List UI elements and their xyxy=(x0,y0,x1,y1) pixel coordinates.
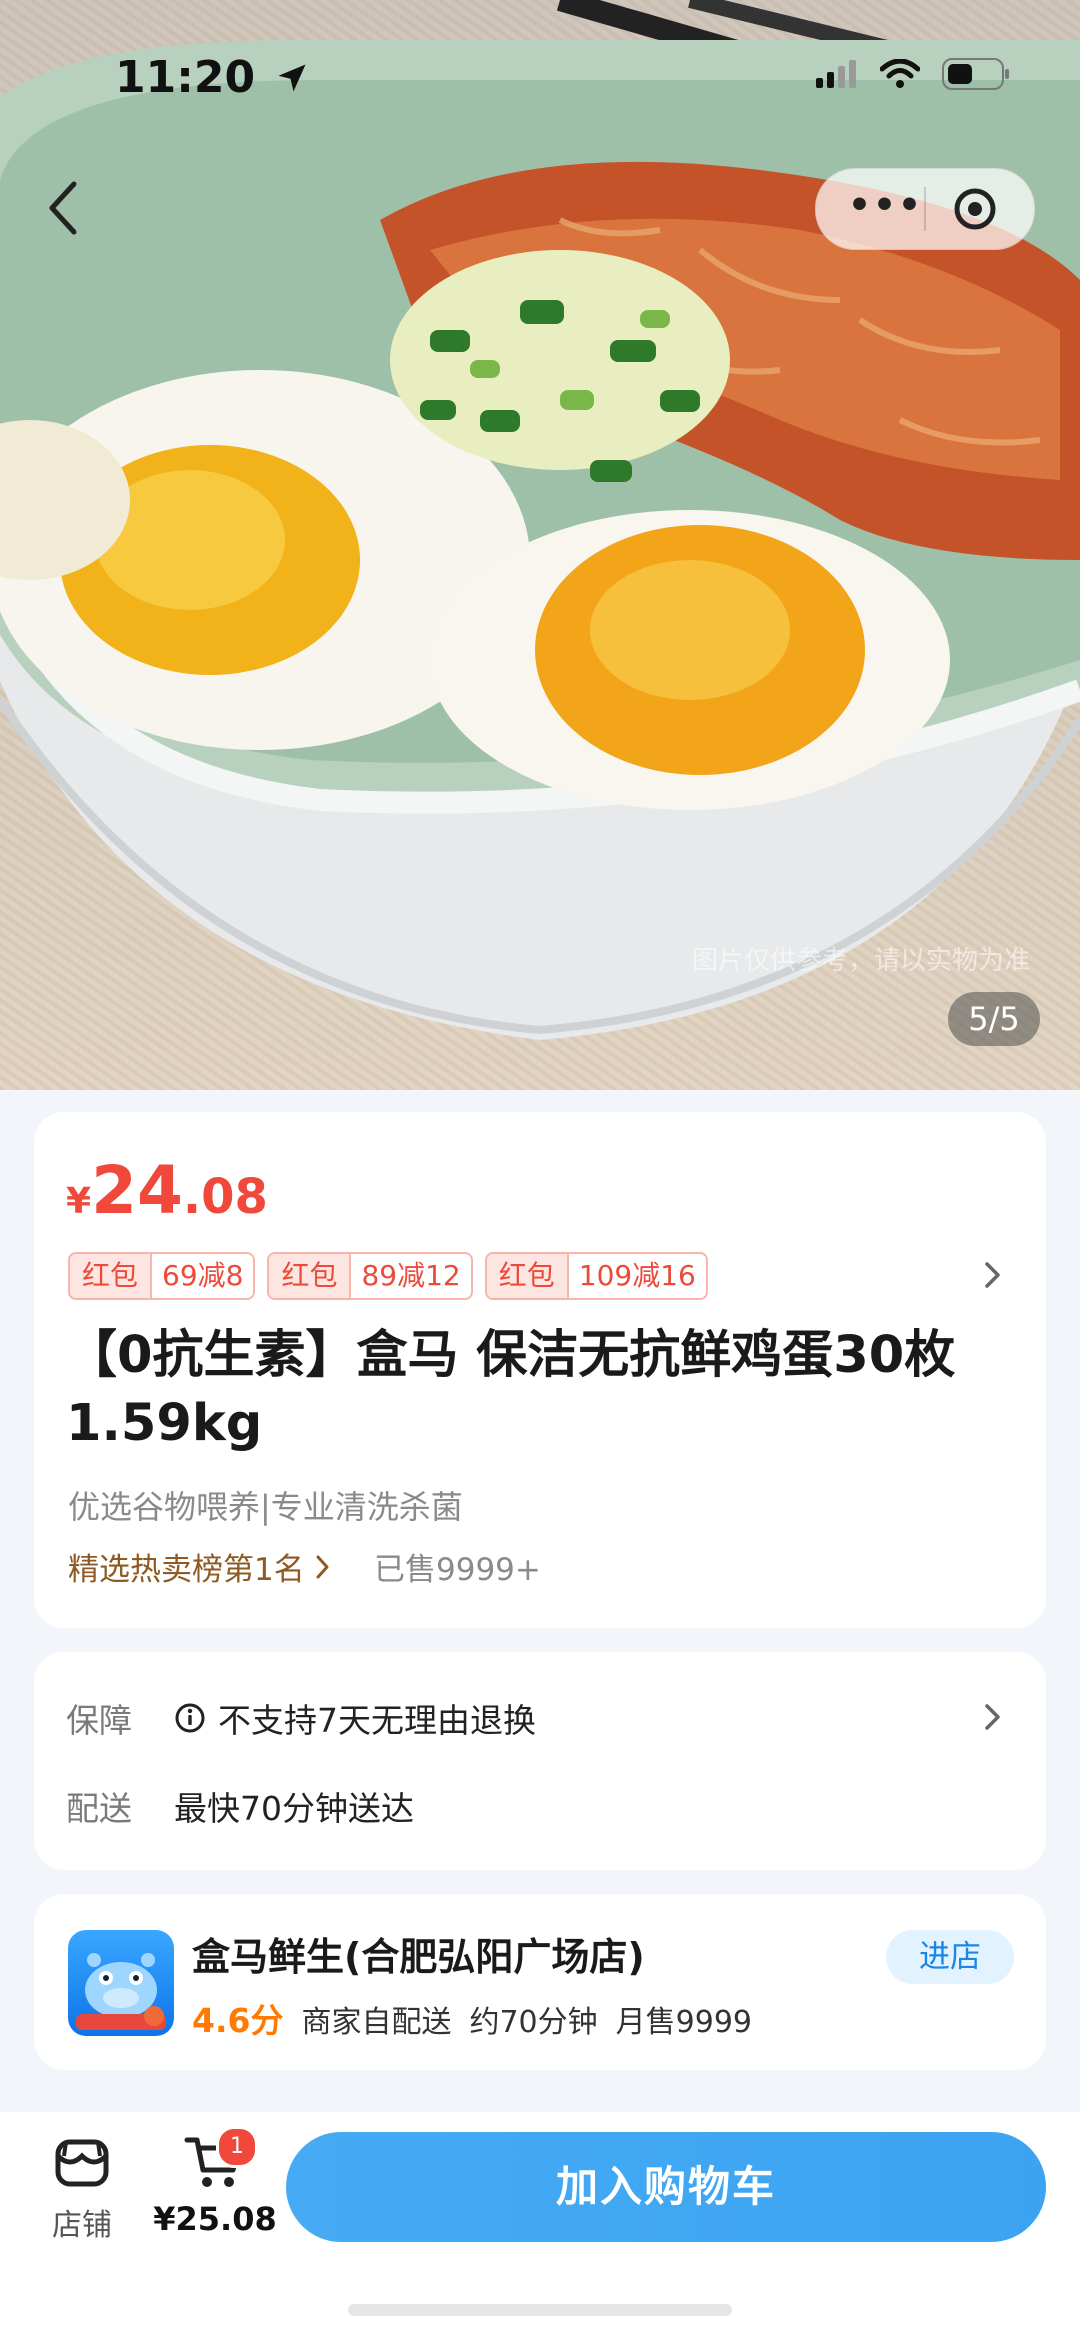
guarantee-row[interactable]: 不支持7天无理由退换 xyxy=(174,1694,536,1742)
store-logo xyxy=(68,1930,174,2036)
product-photo xyxy=(0,0,1080,1040)
info-icon xyxy=(175,1703,205,1733)
price-integer: 24 xyxy=(91,1152,183,1229)
close-mini-program-icon[interactable] xyxy=(951,185,999,233)
coupon-list[interactable]: 红包 69减8 红包 89减12 红包 109减16 xyxy=(68,1252,708,1300)
status-time-text: 11:20 xyxy=(115,52,256,103)
battery-icon xyxy=(942,58,1009,90)
coupon-amount: 69减8 xyxy=(162,1259,244,1292)
product-info-card: ¥24.08 红包 69减8 红包 89减12 红包 109减16 【0抗生素】… xyxy=(34,1112,1046,1628)
shop-tab-label: 店铺 xyxy=(52,2208,112,2243)
coupon-type: 红包 xyxy=(269,1254,352,1298)
cart-tab[interactable]: 1 ¥25.08 xyxy=(150,2126,280,2238)
coupon-type: 红包 xyxy=(486,1254,569,1298)
price-currency: ¥ xyxy=(66,1181,92,1222)
add-to-cart-button[interactable]: 加入购物车 xyxy=(286,2132,1046,2242)
coupon-type: 红包 xyxy=(70,1254,153,1298)
product-title: 【0抗生素】盒马 保洁无抗鲜鸡蛋30枚1.59kg xyxy=(66,1326,956,1453)
chevron-right-icon[interactable] xyxy=(982,1260,1004,1290)
status-icons xyxy=(816,58,1010,90)
product-subtitle: 优选谷物喂养|专业清洗杀菌 xyxy=(68,1488,463,1526)
service-card: 保障 不支持7天无理由退换 配送 最快70分钟送达 xyxy=(34,1652,1046,1870)
home-indicator[interactable] xyxy=(348,2304,732,2316)
coupon-amount: 89减12 xyxy=(361,1259,461,1292)
capsule-divider xyxy=(924,187,926,231)
store-name: 盒马鲜生(合肥弘阳广场店) xyxy=(192,1935,645,1979)
cellular-signal-icon xyxy=(816,60,856,88)
coupon-tag[interactable]: 红包 109减16 xyxy=(484,1252,708,1300)
enter-store-button[interactable]: 进店 xyxy=(886,1930,1014,1984)
chevron-right-icon xyxy=(316,1555,329,1578)
ranking-text: 精选热卖榜第1名 xyxy=(68,1552,305,1588)
image-counter: 5/5 xyxy=(948,992,1040,1046)
guarantee-value: 不支持7天无理由退换 xyxy=(218,1701,536,1740)
back-arrow-icon[interactable] xyxy=(40,178,90,238)
coupon-tag[interactable]: 红包 69减8 xyxy=(68,1252,256,1300)
price-decimal: .08 xyxy=(182,1169,268,1225)
chevron-right-icon[interactable] xyxy=(982,1702,1004,1732)
status-time: 11:20 xyxy=(115,52,310,103)
product-image[interactable]: 图片仅供参考，请以实物为准 5/5 xyxy=(0,0,1080,1090)
image-disclaimer: 图片仅供参考，请以实物为准 xyxy=(691,946,1030,976)
cart-total: ¥25.08 xyxy=(153,2200,277,2238)
store-icon xyxy=(55,2139,109,2187)
delivery-label: 配送 xyxy=(66,1789,132,1828)
store-card[interactable]: 盒马鲜生(合肥弘阳广场店) 4.6分 商家自配送 约70分钟 月售9999 进店 xyxy=(34,1894,1046,2070)
store-score: 4.6分 xyxy=(192,2001,284,2040)
wifi-icon xyxy=(880,59,920,88)
product-price: ¥24.08 xyxy=(66,1152,268,1229)
guarantee-label: 保障 xyxy=(66,1701,132,1740)
shop-tab[interactable]: 店铺 xyxy=(40,2132,124,2244)
hippo-mascot-icon xyxy=(76,1953,166,2030)
store-delivery-mode: 商家自配送 xyxy=(301,2005,452,2040)
ranking-link[interactable]: 精选热卖榜第1名 xyxy=(68,1544,331,1589)
sold-count: 已售9999+ xyxy=(374,1552,541,1588)
store-eta: 约70分钟 xyxy=(469,2005,598,2040)
location-arrow-icon xyxy=(278,64,306,92)
mini-program-capsule: ••• xyxy=(815,168,1035,250)
delivery-value: 最快70分钟送达 xyxy=(174,1789,414,1828)
more-options-icon[interactable]: ••• xyxy=(848,188,923,224)
coupon-tag[interactable]: 红包 89减12 xyxy=(267,1252,473,1300)
store-monthly-sales: 月售9999 xyxy=(615,2005,753,2040)
cart-count-badge: 1 xyxy=(216,2126,258,2168)
store-meta: 4.6分 商家自配送 约70分钟 月售9999 xyxy=(192,1994,752,2042)
coupon-amount: 109减16 xyxy=(578,1259,696,1292)
